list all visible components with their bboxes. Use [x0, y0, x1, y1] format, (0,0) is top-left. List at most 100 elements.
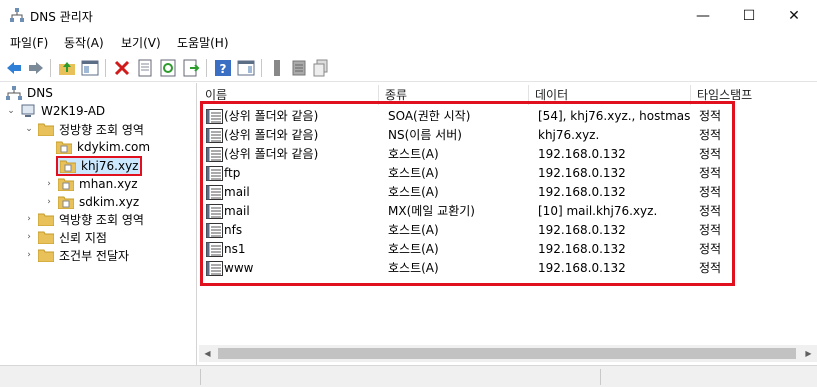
menu-view[interactable]: 보기(V): [121, 34, 161, 51]
minimize-button[interactable]: —: [680, 0, 726, 31]
minimize-icon: —: [696, 7, 710, 24]
folder-icon: [38, 123, 54, 136]
dns-app-icon: [10, 8, 24, 22]
record-icon: [206, 109, 223, 124]
record-icon: [206, 147, 223, 162]
tree-node-server[interactable]: ⌄ W2K19-AD: [6, 102, 105, 120]
tree-node-trust-points[interactable]: › 신뢰 지점: [24, 228, 107, 246]
record-name: ftp: [224, 166, 241, 180]
chevron-right-icon[interactable]: ›: [24, 214, 34, 224]
close-button[interactable]: ✕: [771, 0, 817, 31]
refresh-icon[interactable]: [159, 59, 177, 77]
record-type: NS(이름 서버): [388, 128, 462, 142]
zone-folder-icon: [58, 196, 74, 209]
folder-icon: [38, 249, 54, 262]
record-data: 192.168.0.132: [538, 166, 626, 180]
tree-node-reverse-zones[interactable]: › 역방향 조회 영역: [24, 210, 144, 228]
maximize-button[interactable]: ☐: [726, 0, 772, 31]
chevron-right-icon[interactable]: ›: [44, 197, 54, 207]
record-name: www: [224, 261, 254, 275]
record-icon: [206, 242, 223, 257]
record-data: 192.168.0.132: [538, 147, 626, 161]
action-pane-icon[interactable]: [237, 59, 255, 77]
tree-node-forward-zones[interactable]: ⌄ 정방향 조회 영역: [24, 120, 144, 138]
tree-label: mhan.xyz: [79, 177, 138, 191]
table-row[interactable]: nfs 호스트(A) 192.168.0.132 정적: [199, 221, 817, 240]
chevron-right-icon[interactable]: ›: [24, 232, 34, 242]
records-list: 이름 종류 데이터 타임스탬프 (상위 폴더와 같음) SOA(권한 시작) [54…: [199, 83, 817, 365]
record-icon: [206, 166, 223, 181]
up-folder-icon[interactable]: [58, 59, 76, 77]
tree-node-conditional-forwarders[interactable]: › 조건부 전달자: [24, 246, 129, 264]
scroll-left-icon[interactable]: ◀: [199, 345, 216, 362]
record-icon: [206, 223, 223, 238]
table-row[interactable]: (상위 폴더와 같음) NS(이름 서버) khj76.xyz. 정적: [199, 126, 817, 145]
menu-action[interactable]: 동작(A): [64, 34, 104, 51]
record-timestamp: 정적: [699, 166, 722, 180]
column-header-name[interactable]: 이름: [199, 85, 379, 105]
export-list-icon[interactable]: [182, 59, 200, 77]
column-header-data[interactable]: 데이터: [529, 85, 691, 105]
table-row[interactable]: (상위 폴더와 같음) 호스트(A) 192.168.0.132 정적: [199, 145, 817, 164]
table-row[interactable]: mail 호스트(A) 192.168.0.132 정적: [199, 183, 817, 202]
record-data: khj76.xyz.: [538, 128, 600, 142]
window-title: DNS 관리자: [30, 10, 93, 24]
record-type: MX(메일 교환기): [388, 204, 475, 218]
column-header-timestamp[interactable]: 타임스탬프: [691, 85, 817, 105]
copy-icon[interactable]: [312, 59, 330, 77]
record-type: SOA(권한 시작): [388, 109, 471, 123]
tree-node-zone-sdkim[interactable]: › sdkim.xyz: [44, 193, 139, 211]
record-name: (상위 폴더와 같음): [224, 128, 319, 142]
record-type: 호스트(A): [388, 223, 439, 237]
tree-label: W2K19-AD: [41, 104, 106, 118]
menu-help[interactable]: 도움말(H): [177, 34, 229, 51]
show-hide-tree-icon[interactable]: [81, 59, 99, 77]
tree-label: 조건부 전달자: [59, 248, 130, 263]
record-name: (상위 폴더와 같음): [224, 147, 319, 161]
tree-label: khj76.xyz: [81, 159, 139, 173]
chevron-right-icon[interactable]: ›: [44, 179, 54, 189]
record-timestamp: 정적: [699, 261, 722, 275]
horizontal-scrollbar[interactable]: ◀ ▶: [199, 345, 817, 362]
tree-node-zone-khj76[interactable]: khj76.xyz: [56, 156, 143, 176]
menu-file[interactable]: 파일(F): [10, 34, 48, 51]
toolbar: ?: [0, 53, 817, 82]
table-row[interactable]: ns1 호스트(A) 192.168.0.132 정적: [199, 240, 817, 259]
tree-label: DNS: [27, 86, 53, 100]
record-data: 192.168.0.132: [538, 185, 626, 199]
forward-icon[interactable]: [27, 59, 45, 77]
zone-icon[interactable]: [290, 59, 308, 77]
properties-icon[interactable]: [136, 59, 154, 77]
record-data: 192.168.0.132: [538, 223, 626, 237]
console-tree: DNS ⌄ W2K19-AD ⌄ 정방향 조회 영역 kdykim.com kh…: [0, 83, 197, 365]
record-type: 호스트(A): [388, 261, 439, 275]
record-timestamp: 정적: [699, 223, 722, 237]
record-icon: [206, 185, 223, 200]
menu-bar: 파일(F) 동작(A) 보기(V) 도움말(H): [0, 31, 817, 53]
record-timestamp: 정적: [699, 109, 722, 123]
scroll-right-icon[interactable]: ▶: [800, 345, 817, 362]
table-row[interactable]: (상위 폴더와 같음) SOA(권한 시작) [54], khj76.xyz., h…: [199, 107, 817, 126]
tree-node-zone-mhan[interactable]: › mhan.xyz: [44, 175, 138, 193]
help-icon[interactable]: ?: [214, 59, 232, 77]
scroll-thumb[interactable]: [218, 348, 796, 359]
table-row[interactable]: www 호스트(A) 192.168.0.132 정적: [199, 259, 817, 278]
tree-node-dns[interactable]: DNS: [6, 84, 53, 102]
record-data: [10] mail.khj76.xyz.: [538, 204, 658, 218]
chevron-down-icon[interactable]: ⌄: [24, 124, 34, 134]
tree-label: 정방향 조회 영역: [59, 122, 144, 137]
maximize-icon: ☐: [742, 7, 756, 24]
chevron-right-icon[interactable]: ›: [24, 250, 34, 260]
record-type: 호스트(A): [388, 242, 439, 256]
record-name: nfs: [224, 223, 243, 237]
chevron-down-icon[interactable]: ⌄: [6, 106, 16, 116]
column-header-type[interactable]: 종류: [379, 85, 529, 105]
record-name: ns1: [224, 242, 246, 256]
table-row[interactable]: mail MX(메일 교환기) [10] mail.khj76.xyz. 정적: [199, 202, 817, 221]
table-row[interactable]: ftp 호스트(A) 192.168.0.132 정적: [199, 164, 817, 183]
server-icon[interactable]: [268, 59, 286, 77]
back-icon[interactable]: [5, 59, 23, 77]
tree-node-zone-kdykim[interactable]: kdykim.com: [56, 138, 150, 156]
delete-icon[interactable]: [113, 59, 131, 77]
tree-label: kdykim.com: [77, 140, 151, 154]
